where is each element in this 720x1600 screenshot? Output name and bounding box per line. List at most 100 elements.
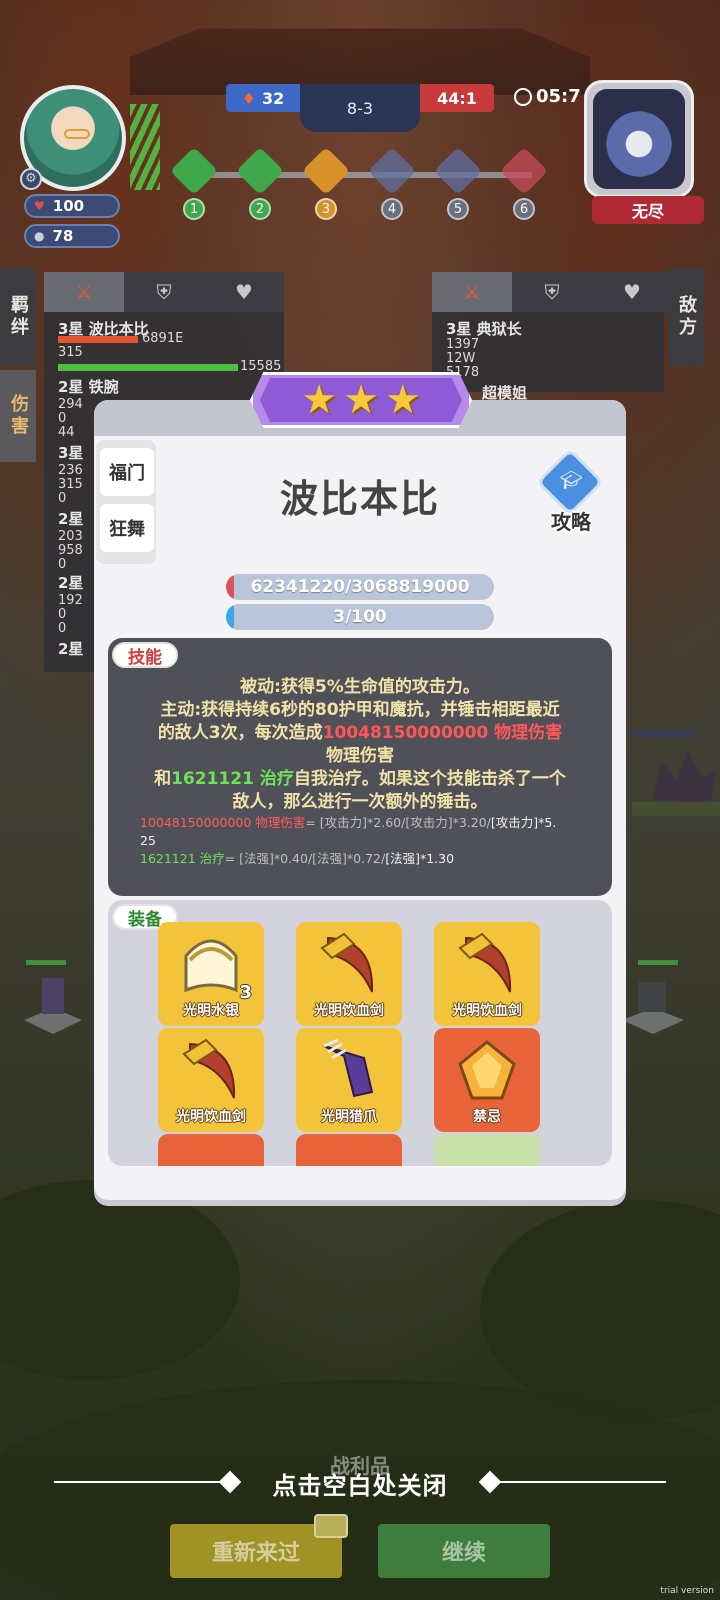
boss-face [593, 89, 685, 189]
graduation-cap-icon: 🎓︎ [559, 470, 583, 491]
stage-diamond-icon [169, 146, 219, 196]
tab-enemy[interactable]: 敌方 [668, 268, 704, 366]
damage-row-title: 3星 [58, 444, 84, 462]
player-coin-value: 78 [52, 227, 74, 245]
skill-tag: 技能 [112, 642, 178, 668]
skill-line: 主动:获得持续6秒的80护甲和魔抗，并锤击相距最近 [160, 700, 560, 720]
equipment-item[interactable]: 光明饮血剑 [158, 1028, 264, 1132]
sword-icon[interactable]: ⚔ [432, 272, 512, 312]
gem-icon [458, 1040, 516, 1100]
damage-row-value: 236 [58, 463, 83, 478]
damage-row-value: 0 [58, 411, 67, 426]
round-indicator: 8-3 [300, 84, 420, 132]
enemy-boss-sprite [632, 730, 720, 820]
stage-diamond-icon [367, 146, 417, 196]
damage-row-value: 0 [58, 621, 67, 636]
ally-unit-sprite [20, 960, 86, 1050]
blade-icon [320, 932, 374, 993]
equipment-item[interactable]: 光明饮血剑 [434, 922, 540, 1026]
damage-row-value: 6891E [142, 331, 184, 346]
skill-text: 自我治疗。如果这个技能击杀了一个 [293, 769, 566, 789]
trait-tag[interactable]: 狂舞 [100, 504, 154, 552]
item-name: 禁忌 [473, 1109, 501, 1125]
equipment-item[interactable]: 光明饮血剑 [296, 922, 402, 1026]
continue-button[interactable]: 继续 [378, 1524, 550, 1578]
boss-mode-label: 无尽 [592, 196, 704, 224]
heart-icon: ♥ [34, 199, 45, 213]
clock-icon [514, 87, 532, 106]
star-icon: ★ [301, 377, 338, 423]
heart-icon[interactable]: ♥ [592, 272, 672, 312]
skill-line: 被动:获得5%生命值的攻击力。 [240, 677, 480, 697]
equipment-item-partial[interactable] [434, 1134, 540, 1166]
equipment-item[interactable]: 3 光明水银 [158, 922, 264, 1026]
retry-button[interactable]: 重新来过 [170, 1514, 348, 1578]
equipment-item-partial[interactable] [158, 1134, 264, 1166]
damage-row-title: 2星 [58, 640, 84, 658]
trait-tag[interactable]: 福门 [100, 448, 154, 496]
heart-icon[interactable]: ♥ [204, 272, 284, 312]
temple-silhouette [130, 28, 590, 95]
tab-synergy[interactable]: 羁绊 [0, 268, 36, 366]
boss-portrait[interactable] [584, 80, 694, 198]
equipment-item-partial[interactable] [296, 1134, 402, 1166]
close-hint[interactable]: 点击空白处关闭 [54, 1462, 666, 1502]
heal-bar [58, 364, 238, 371]
avatar-glasses [64, 129, 90, 139]
equipment-item[interactable]: 禁忌 [434, 1028, 540, 1132]
stage-diamond-icon [499, 146, 549, 196]
bush [480, 1200, 720, 1420]
shield-icon[interactable]: ⛨ [124, 272, 204, 312]
stage-node: 6 [499, 146, 549, 220]
skill-section: 技能 被动:获得5%生命值的攻击力。 主动:获得持续6秒的80护甲和魔抗，并锤击… [108, 638, 612, 896]
stage-number: 4 [381, 198, 403, 220]
guide-label: 攻略 [551, 510, 591, 534]
star-icon: ★ [384, 377, 421, 423]
formula-text: = [攻击力]*2.60/[攻击力]*3.20/ [305, 815, 491, 830]
right-row-num: 12W [446, 351, 476, 366]
sword-icon[interactable]: ⚔ [44, 272, 124, 312]
score-right-value: 44:1 [420, 84, 494, 112]
trial-watermark: trial version [660, 1586, 714, 1596]
fire-icon: ♦ [241, 88, 257, 108]
star-rating-banner: ★ ★ ★ [250, 372, 472, 428]
stage-progress: 1 2 3 4 5 6 [169, 146, 552, 222]
skill-damage-value: 10048150000000 物理伤害 [322, 723, 563, 743]
damage-row-value: 315 [58, 477, 83, 492]
score-left-value: 32 [262, 88, 285, 108]
stage-diamond-icon [433, 146, 483, 196]
right-panel-tabs: ⚔ ⛨ ♥ [432, 272, 672, 312]
player-hp-value: 100 [52, 197, 85, 215]
shield-icon[interactable]: ⛨ [512, 272, 592, 312]
equipment-item[interactable]: 光明猎爪 [296, 1028, 402, 1132]
damage-row-value: 0 [58, 557, 67, 572]
enemy-unit-sprite [618, 960, 688, 1050]
damage-row-value: 958 [58, 543, 83, 558]
stage-node: 3 [301, 146, 351, 220]
divider-line [498, 1481, 666, 1483]
hero-hp-bar: 62341220/3068819000 [226, 574, 494, 600]
gear-icon[interactable]: ⚙ [20, 168, 42, 190]
skill-description: 被动:获得5%生命值的攻击力。 主动:获得持续6秒的80护甲和魔抗，并锤击相距最… [134, 676, 586, 814]
equipment-section: 装备 3 光明水银 光明饮血剑 光明饮血剑 光明饮血剑 光明猎爪 禁忌 [108, 900, 612, 1166]
score-bar: ♦ 32 8-3 44:1 [226, 84, 494, 132]
formula-damage-label: 10048150000000 物理伤害 [140, 815, 306, 830]
guide-button[interactable]: 🎓︎ 攻略 [536, 448, 606, 534]
heal-formula: 1621121 治疗= [法强]*0.40/[法强]*0.72/[法强]*1.3… [140, 850, 584, 868]
timer-value: 05:7 [536, 86, 581, 107]
damage-row-value: 0 [58, 607, 67, 622]
claw-icon [323, 1038, 374, 1098]
formula-text: 25 [140, 833, 156, 848]
damage-row-value: 315 [58, 345, 83, 360]
trait-list: 福门 狂舞 [96, 440, 156, 564]
player-coin-pill: ● 78 [24, 224, 120, 248]
damage-row-value: 44 [58, 425, 75, 440]
skill-text: 和 [154, 769, 172, 789]
score-left: ♦ 32 [226, 84, 300, 112]
right-row-title: 3星 典狱长 [446, 320, 522, 338]
stage-number: 6 [513, 198, 535, 220]
stage-number: 2 [249, 198, 271, 220]
formula-text: [法强]*1.30 [385, 851, 455, 866]
tab-damage[interactable]: 伤害 [0, 370, 36, 462]
hero-name: 波比本比 [279, 477, 440, 521]
